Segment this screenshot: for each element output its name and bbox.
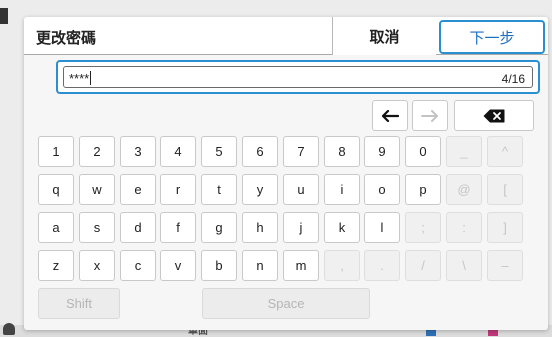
key-row4-8[interactable]: . — [364, 250, 400, 281]
cursor-right-button[interactable] — [412, 100, 448, 131]
next-button[interactable]: 下一步 — [439, 20, 545, 54]
key-row1-7[interactable]: 8 — [324, 136, 360, 167]
arrow-left-icon — [381, 109, 399, 122]
key-row1-9[interactable]: 0 — [405, 136, 441, 167]
dialog-header: 更改密碼 取消 下一步 — [24, 17, 548, 55]
key-row2-7[interactable]: i — [324, 174, 360, 205]
key-row3-2[interactable]: d — [120, 212, 156, 243]
key-row4-6[interactable]: m — [283, 250, 319, 281]
key-row3-3[interactable]: f — [160, 212, 196, 243]
key-row2-10[interactable]: @ — [446, 174, 482, 205]
key-row3-1[interactable]: s — [79, 212, 115, 243]
key-row3-8[interactable]: l — [364, 212, 400, 243]
key-row1-2[interactable]: 3 — [120, 136, 156, 167]
key-row4-5[interactable]: n — [242, 250, 278, 281]
key-row3-0[interactable]: a — [38, 212, 74, 243]
key-row2-1[interactable]: w — [79, 174, 115, 205]
key-row2-11[interactable]: [ — [487, 174, 523, 205]
space-key[interactable]: Space — [202, 288, 370, 319]
key-row1-8[interactable]: 9 — [364, 136, 400, 167]
shift-key[interactable]: Shift — [38, 288, 120, 319]
user-icon — [3, 323, 15, 335]
cursor-left-button[interactable] — [372, 100, 408, 131]
key-row2-9[interactable]: p — [405, 174, 441, 205]
key-row3-7[interactable]: k — [324, 212, 360, 243]
key-row3-6[interactable]: j — [283, 212, 319, 243]
key-row2-8[interactable]: o — [364, 174, 400, 205]
dialog-title: 更改密碼 — [36, 30, 97, 47]
key-row4-9[interactable]: / — [405, 250, 441, 281]
key-row1-4[interactable]: 5 — [201, 136, 237, 167]
key-row1-3[interactable]: 4 — [160, 136, 196, 167]
key-row4-4[interactable]: b — [201, 250, 237, 281]
backspace-button[interactable] — [454, 100, 534, 131]
key-row1-5[interactable]: 6 — [242, 136, 278, 167]
character-counter: 4/16 — [501, 72, 525, 86]
arrow-right-icon — [421, 109, 438, 122]
key-row1-11[interactable]: ^ — [487, 136, 523, 167]
password-input-highlight: **** 4/16 — [56, 60, 540, 94]
key-row4-0[interactable]: z — [38, 250, 74, 281]
key-row3-11[interactable]: ] — [487, 212, 523, 243]
password-input[interactable]: **** 4/16 — [63, 66, 533, 88]
key-row2-3[interactable]: r — [160, 174, 196, 205]
key-row2-0[interactable]: q — [38, 174, 74, 205]
key-row4-7[interactable]: , — [324, 250, 360, 281]
key-row4-11[interactable]: – — [487, 250, 523, 281]
password-input-value: **** — [69, 71, 92, 86]
key-row2-5[interactable]: y — [242, 174, 278, 205]
key-row3-4[interactable]: g — [201, 212, 237, 243]
key-row3-10[interactable]: : — [446, 212, 482, 243]
background-marker — [0, 8, 8, 24]
change-password-dialog: 更改密碼 取消 下一步 **** 4/16 1 2 3 4 5 6 7 8 9 0 _ ^ q w e r t y… — [24, 17, 548, 330]
key-row1-6[interactable]: 7 — [283, 136, 319, 167]
key-row1-10[interactable]: _ — [446, 136, 482, 167]
key-row1-1[interactable]: 2 — [79, 136, 115, 167]
key-row4-2[interactable]: c — [120, 250, 156, 281]
key-row2-4[interactable]: t — [201, 174, 237, 205]
key-row4-10[interactable]: \ — [446, 250, 482, 281]
key-row3-9[interactable]: ; — [405, 212, 441, 243]
text-caret — [90, 71, 92, 85]
key-row2-2[interactable]: e — [120, 174, 156, 205]
backspace-icon — [483, 109, 505, 122]
key-row4-3[interactable]: v — [160, 250, 196, 281]
key-row1-0[interactable]: 1 — [38, 136, 74, 167]
key-row3-5[interactable]: h — [242, 212, 278, 243]
key-row4-1[interactable]: x — [79, 250, 115, 281]
key-row2-6[interactable]: u — [283, 174, 319, 205]
cancel-button[interactable]: 取消 — [332, 17, 436, 55]
